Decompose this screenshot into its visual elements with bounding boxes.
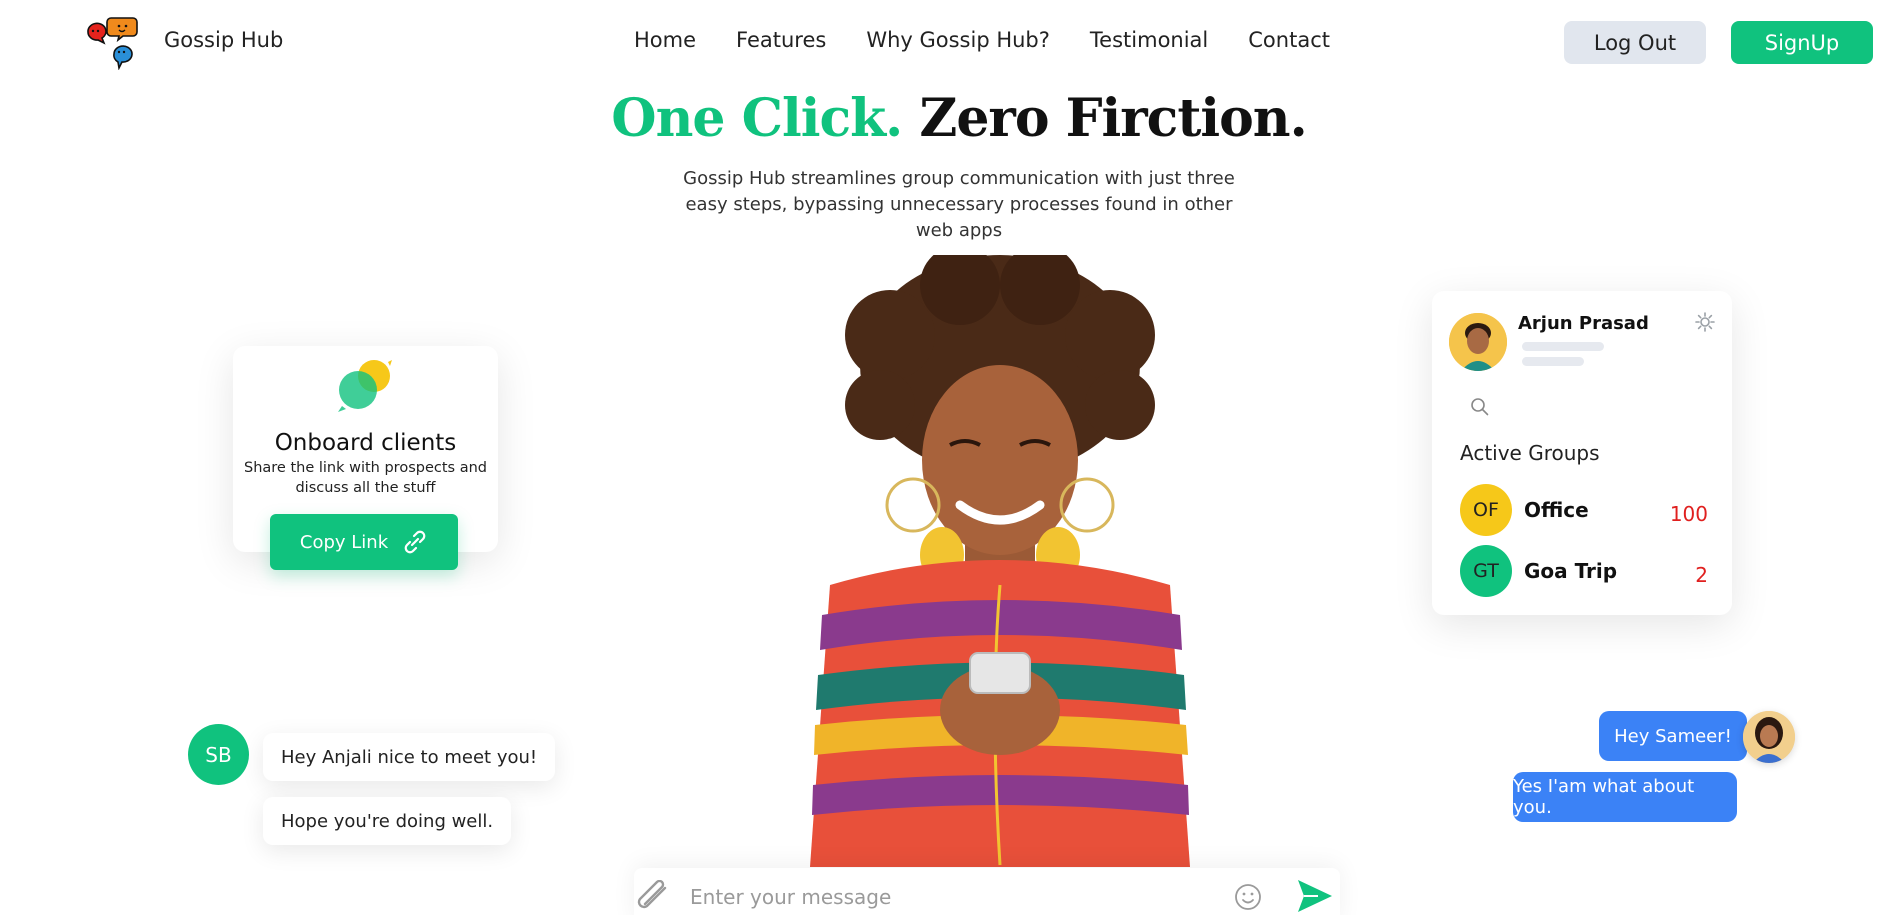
avatar[interactable] (1449, 313, 1507, 371)
person-with-phone-image (810, 255, 1190, 867)
emoji-icon[interactable] (1234, 883, 1262, 911)
group-row-goa-trip[interactable]: GT Goa Trip 2 (1460, 545, 1710, 597)
onboard-title: Onboard clients (274, 430, 457, 456)
message-input[interactable] (690, 880, 1210, 914)
chat-bubbles-icon (338, 360, 392, 412)
group-name: Office (1524, 498, 1589, 522)
chat-bubble-outgoing: Hey Sameer! (1599, 711, 1747, 761)
hero-headline: One Click. Zero Firction. (0, 88, 1897, 149)
chat-bubble-incoming: Hope you're doing well. (263, 797, 512, 845)
chat-bubble-outgoing: Yes I'am what about you. (1513, 772, 1737, 822)
gear-icon[interactable] (1694, 311, 1716, 333)
placeholder-line (1522, 342, 1604, 351)
chat-bubbles-logo-icon[interactable] (86, 14, 141, 70)
link-icon (404, 530, 426, 554)
nav-testimonial[interactable]: Testimonial (1090, 28, 1208, 52)
search-icon[interactable] (1470, 397, 1490, 417)
group-avatar: GT (1460, 545, 1512, 597)
group-row-office[interactable]: OF Office 100 (1460, 484, 1710, 536)
logout-button[interactable]: Log Out (1564, 21, 1706, 64)
group-avatar: OF (1460, 484, 1512, 536)
nav-features[interactable]: Features (736, 28, 826, 52)
placeholder-line (1522, 357, 1584, 366)
unread-count-badge: 2 (1695, 563, 1708, 587)
nav-home[interactable]: Home (634, 28, 696, 52)
headline-dark: Zero Firction. (919, 88, 1307, 149)
headline-green: One Click. (611, 88, 903, 149)
brand-name[interactable]: Gossip Hub (164, 28, 283, 52)
group-name: Goa Trip (1524, 559, 1618, 583)
main-nav: Home Features Why Gossip Hub? Testimonia… (634, 28, 1330, 52)
profile-card: Arjun Prasad Active Groups OF Office 100… (1432, 291, 1732, 615)
profile-name: Arjun Prasad (1518, 313, 1649, 334)
user-portrait-icon (1743, 711, 1795, 763)
copy-link-button[interactable]: Copy Link (270, 514, 458, 570)
hero-subtitle: Gossip Hub streamlines group communicati… (683, 168, 1235, 241)
user-portrait-icon (1449, 313, 1507, 371)
onboard-description: Share the link with prospects and discus… (244, 460, 487, 496)
copy-link-label: Copy Link (299, 531, 389, 553)
nav-contact[interactable]: Contact (1248, 28, 1330, 52)
paperclip-icon[interactable] (635, 880, 673, 915)
active-groups-title: Active Groups (1460, 441, 1600, 465)
nav-why-gossip-hub[interactable]: Why Gossip Hub? (866, 28, 1050, 52)
avatar: SB (188, 724, 249, 785)
avatar (1743, 711, 1795, 763)
signup-button[interactable]: SignUp (1731, 21, 1873, 64)
unread-count-badge: 100 (1669, 502, 1708, 526)
chat-bubble-incoming: Hey Anjali nice to meet you! (263, 733, 556, 781)
send-icon[interactable] (1296, 878, 1334, 914)
